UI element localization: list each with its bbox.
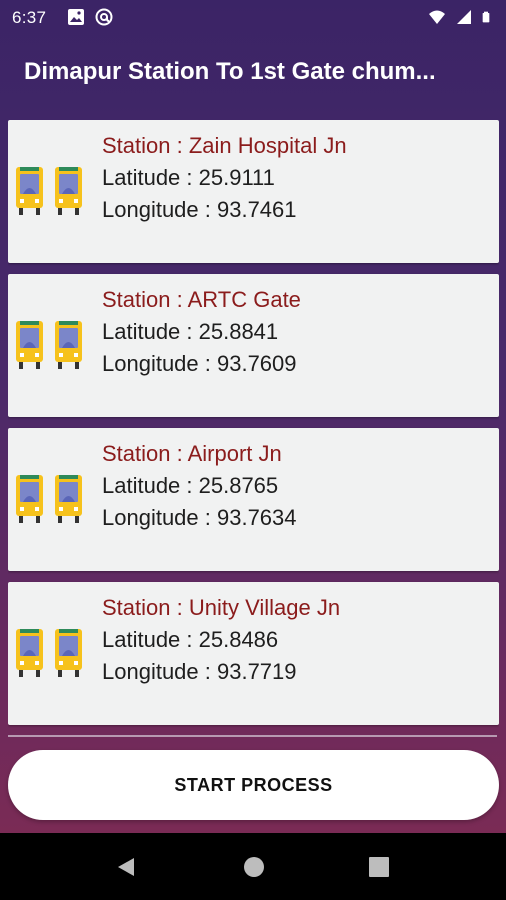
app-screen: 6:37 Dimapur Station To 1st Gate chum...… [0,0,506,833]
start-process-button[interactable]: START PROCESS [8,750,499,820]
bus-icon [16,475,82,523]
bus-icon [16,167,82,215]
bus-icon [16,321,82,369]
bus-icon [16,629,82,677]
status-icons-right [428,8,494,26]
status-icons-left [67,8,113,26]
station-longitude: Longitude : 93.7719 [102,659,297,684]
gallery-icon [68,9,84,25]
station-card[interactable]: Station : Zain Hospital Jn Latitude : 25… [8,120,499,263]
at-sign-icon [95,8,113,26]
page-title: Dimapur Station To 1st Gate chum... [24,58,436,85]
list-divider [8,735,497,737]
station-list[interactable]: Station : Zain Hospital Jn Latitude : 25… [8,120,499,734]
signal-icon [457,10,471,24]
system-nav-bar [0,833,506,900]
station-latitude: Latitude : 25.8486 [102,627,279,652]
station-longitude: Longitude : 93.7609 [102,351,297,376]
station-name: Station : Unity Village Jn [102,595,341,620]
station-longitude: Longitude : 93.7634 [102,505,297,530]
station-latitude: Latitude : 25.9111 [102,165,275,190]
battery-icon [482,11,490,23]
back-icon[interactable] [115,856,137,878]
station-info: Station : ARTC Gate Latitude : 25.8841 L… [102,284,301,380]
station-name: Station : ARTC Gate [102,287,301,312]
station-longitude: Longitude : 93.7461 [102,197,297,222]
station-latitude: Latitude : 25.8765 [102,473,279,498]
station-card[interactable]: Station : ARTC Gate Latitude : 25.8841 L… [8,274,499,417]
status-bar: 6:37 [0,0,506,34]
station-name: Station : Airport Jn [102,441,282,466]
recent-apps-icon[interactable] [369,857,389,877]
station-name: Station : Zain Hospital Jn [102,133,347,158]
station-info: Station : Zain Hospital Jn Latitude : 25… [102,130,347,226]
station-latitude: Latitude : 25.8841 [102,319,279,344]
home-icon[interactable] [243,856,265,878]
station-info: Station : Unity Village Jn Latitude : 25… [102,592,340,688]
station-info: Station : Airport Jn Latitude : 25.8765 … [102,438,297,534]
station-card[interactable]: Station : Airport Jn Latitude : 25.8765 … [8,428,499,571]
wifi-icon [429,10,445,24]
station-card[interactable]: Station : Unity Village Jn Latitude : 25… [8,582,499,725]
status-time: 6:37 [12,8,47,27]
